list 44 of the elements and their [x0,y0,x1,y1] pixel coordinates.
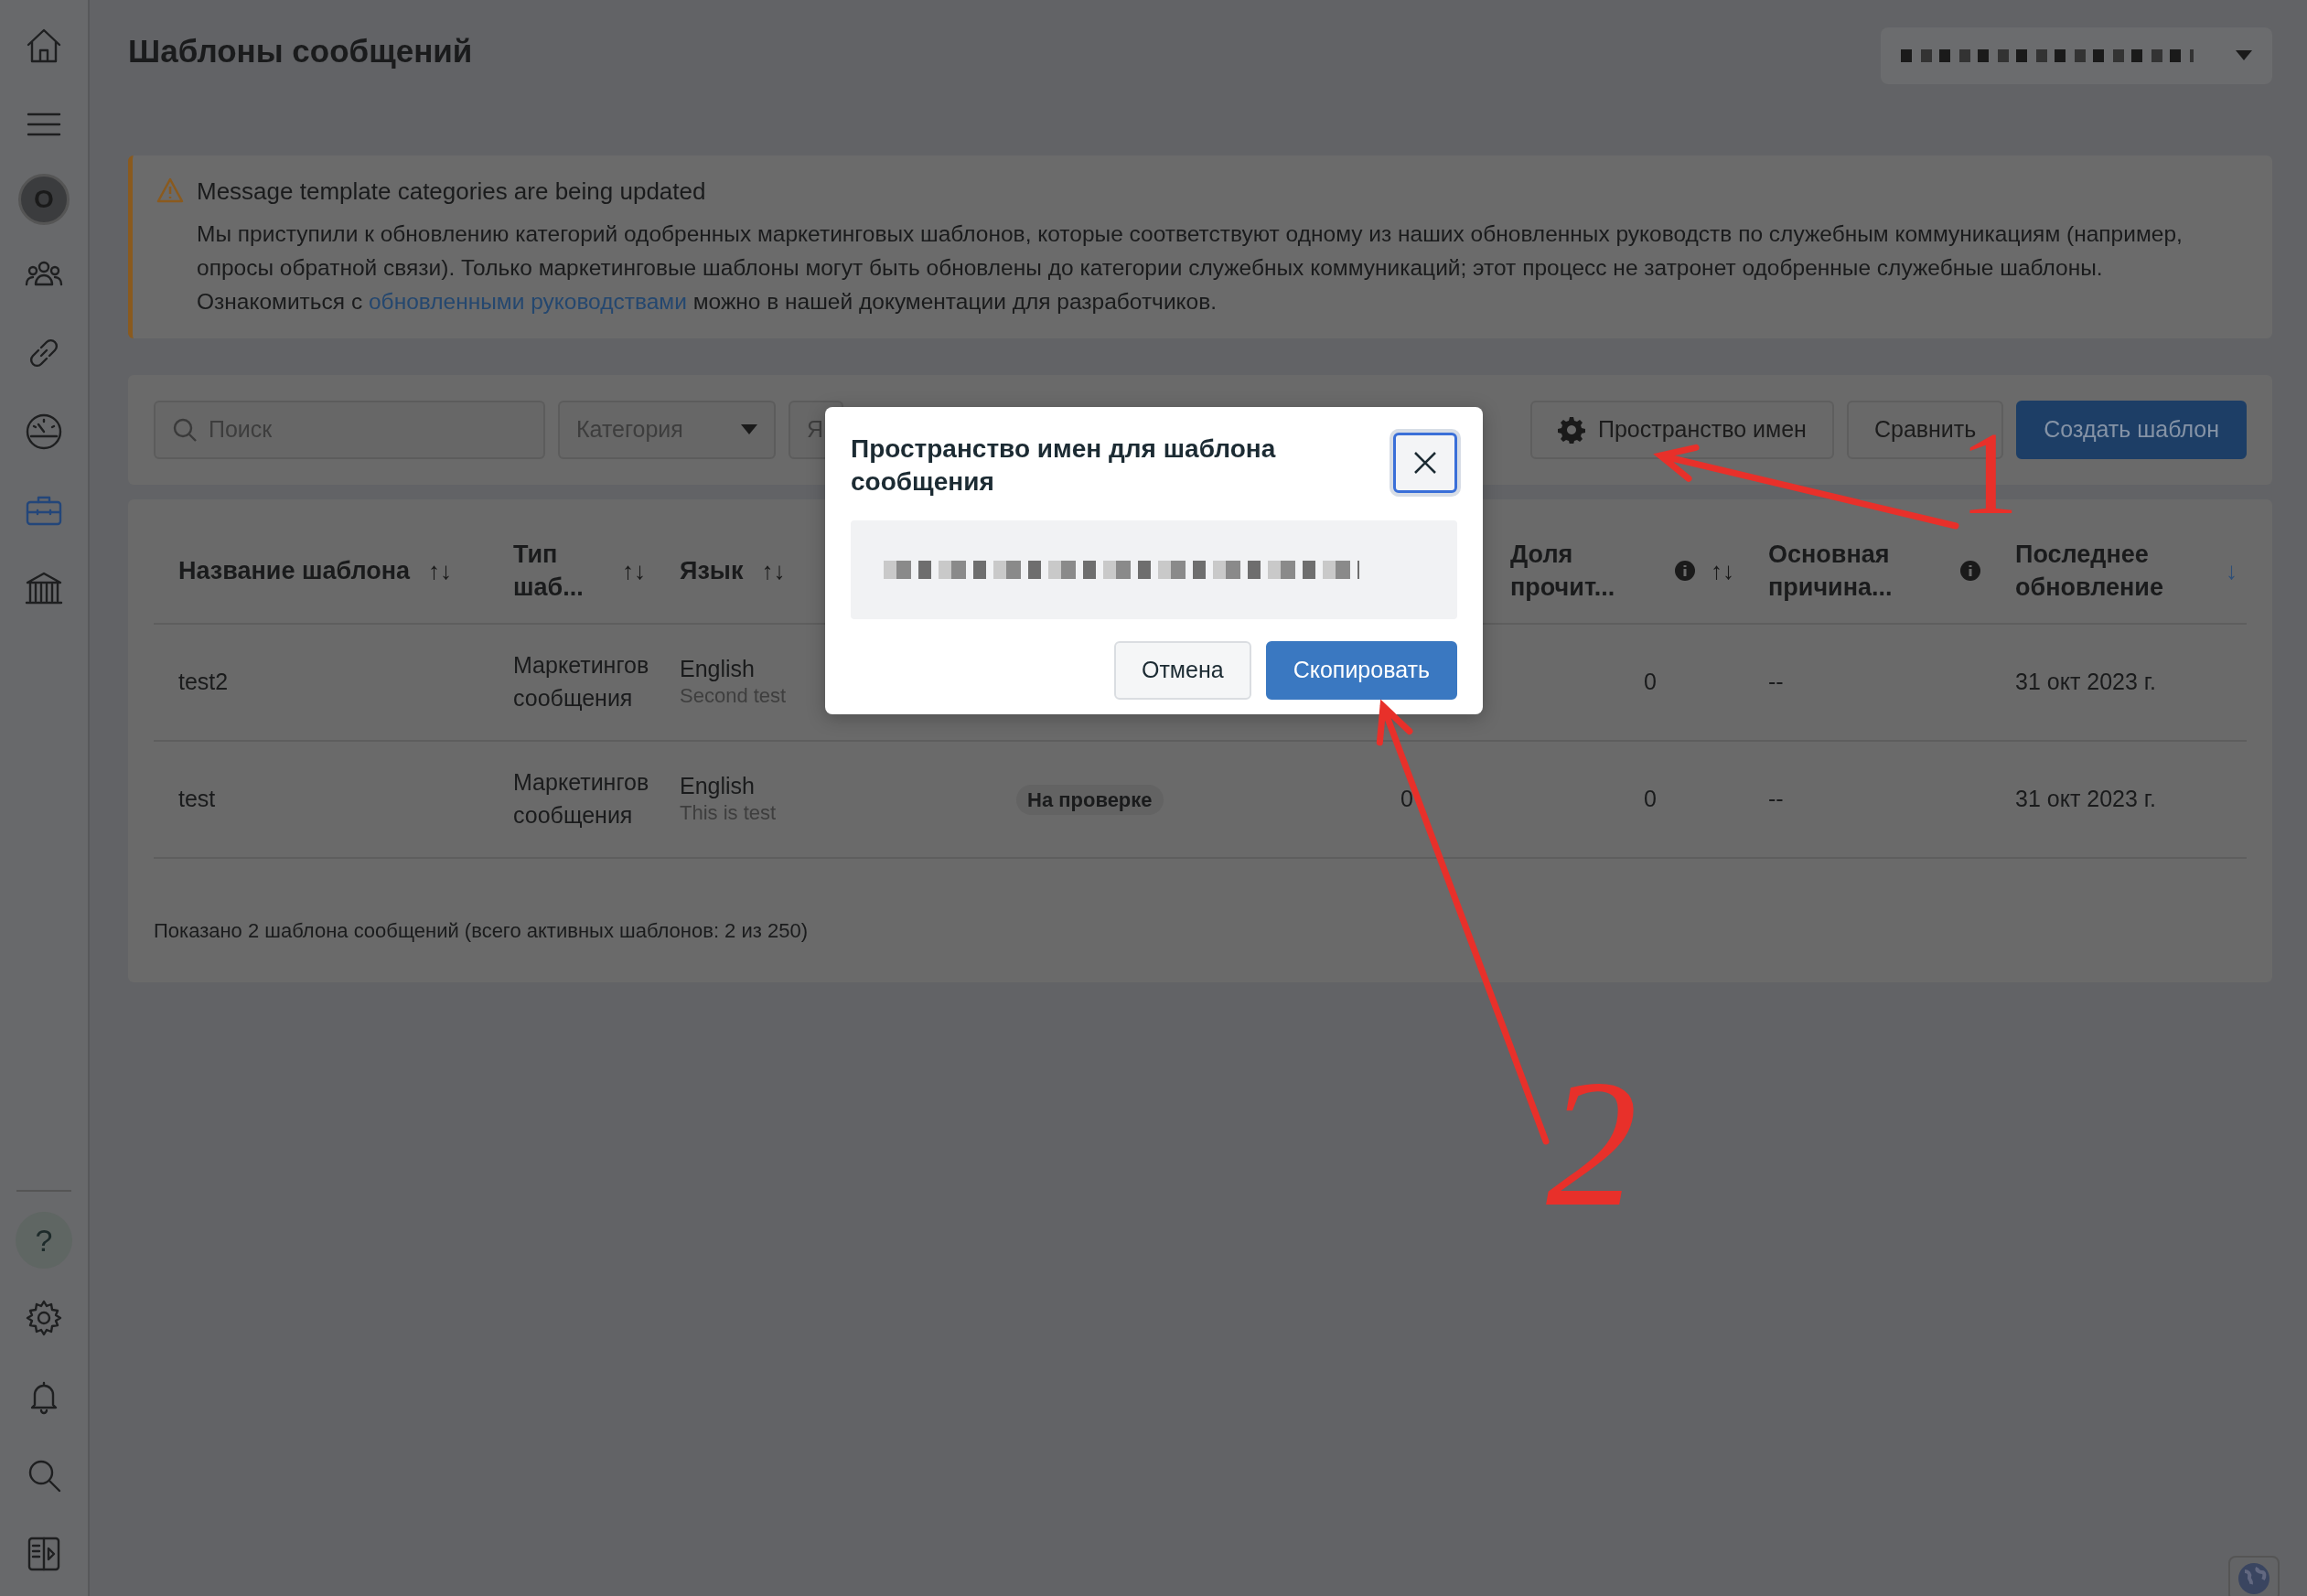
column-header[interactable]: Тип шаб... [513,537,604,604]
column-header[interactable]: Название шаблона [178,553,411,587]
column-header[interactable]: Основная причина... [1768,537,1941,604]
table-summary: Показано 2 шаблона сообщений (всего активных шаблонов: 2 из 250) [154,918,809,944]
sort-icon[interactable]: ↑↓ [428,553,453,587]
column-header[interactable]: Последнее обновление [2015,537,2207,604]
table-cell: 0 [1644,669,1657,695]
sort-icon[interactable]: ↑↓ [761,553,786,587]
gear-icon [1557,416,1585,444]
sort-icon[interactable]: ↑↓ [1711,553,1734,587]
table-cell: -- [1768,669,1784,695]
table-cell-text: English [680,772,756,799]
close-icon [1413,451,1437,475]
page-title: Шаблоны сообщений [128,32,473,70]
language-button[interactable] [2228,1556,2280,1596]
copy-button[interactable]: Скопировать [1265,641,1457,700]
table-cell: 31 окт 2023 г. [2015,786,2156,812]
search-icon [172,417,198,443]
table-cell: 0 [1644,786,1657,812]
notice-text: Мы приступили к обновлению категорий одобренных маркетинговых шаблонов, которые соответствуют одному из наших обновленных руководств по служебным коммуникациям (например, опросы обратной связи). Только маркетинговые шаблоны могут быть обновлены до категории служебных коммуникаций; этот процесс не затронет одобренные служебные шаблоны. Ознакомиться с обновленными руководствами можно в нашей документации для разработчиков. [197,220,2184,316]
sort-icon[interactable]: ↑↓ [622,553,646,587]
warning-icon [156,177,184,203]
create-button[interactable]: Создать шаблон [2016,401,2247,459]
column-header[interactable]: Язык [680,553,744,587]
help-button[interactable]: ? [16,1212,72,1269]
table-cell: test [178,786,216,812]
caret-icon [741,424,757,435]
table-cell: -- [1768,786,1784,812]
notice-title: Message template categories are being updated [197,177,707,207]
namespace-button[interactable]: Пространство имен [1529,401,1834,459]
table-cell-text: Маркетингов сообщения [513,651,649,713]
annotation-number: 2 [1546,1052,1637,1235]
table-cell: test2 [178,669,229,695]
cancel-button[interactable]: Отмена [1113,641,1251,700]
guidelines-link[interactable]: обновленными руководствами [368,289,687,314]
table-cell-text: Маркетингов сообщения [513,768,649,830]
table-cell-text: English [680,655,756,682]
table-cell: 31 окт 2023 г. [2015,669,2156,695]
status-badge: На проверке [1016,785,1164,816]
caret-icon [2236,50,2252,61]
table-cell: 0 [1400,786,1413,812]
modal-title: Пространство имен для шаблона сообщения [851,434,1277,498]
column-header[interactable]: Доля прочит... [1510,537,1656,604]
account-selector[interactable] [1881,27,2272,84]
